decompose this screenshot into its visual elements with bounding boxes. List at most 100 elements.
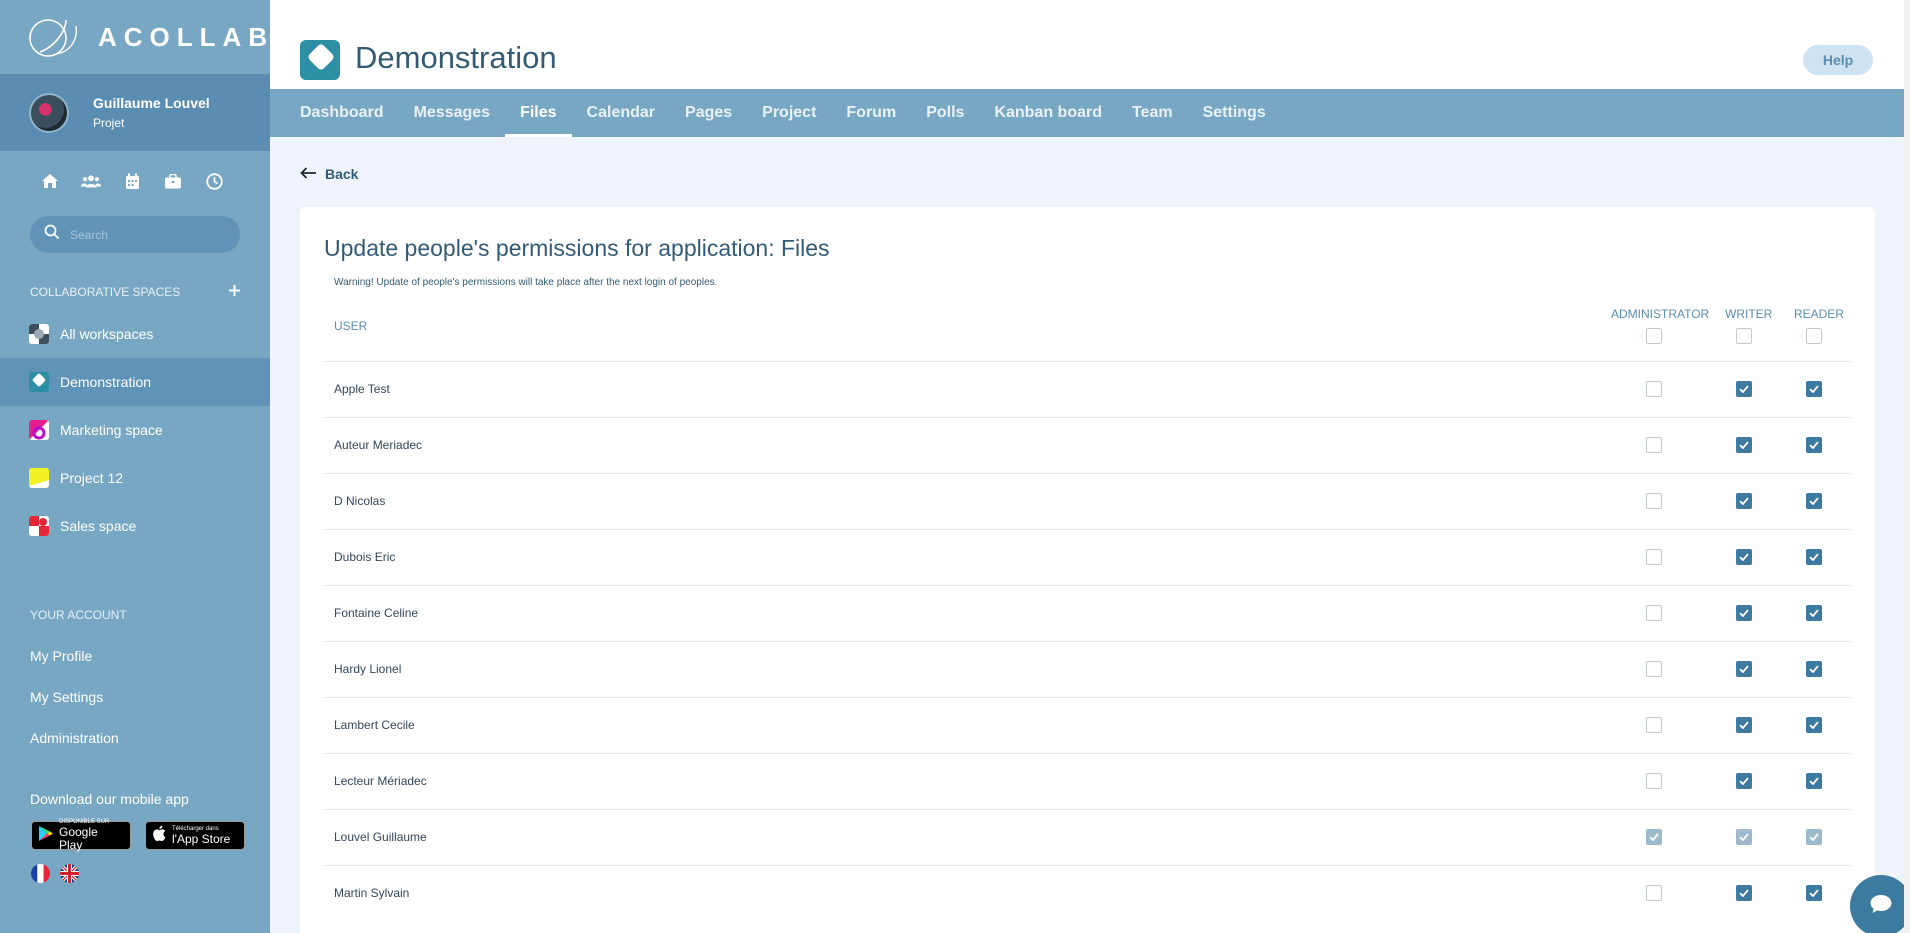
app-store-badge[interactable]: Télécharger dans l'App Store <box>145 821 245 850</box>
admin-checkbox[interactable] <box>1646 773 1662 789</box>
scrollbar[interactable] <box>1904 0 1910 933</box>
tab-polls[interactable]: Polls <box>911 89 979 137</box>
tab-dashboard[interactable]: Dashboard <box>285 89 399 137</box>
add-space-icon[interactable] <box>229 285 240 299</box>
writer-checkbox[interactable] <box>1736 885 1752 901</box>
reader-checkbox <box>1806 829 1822 845</box>
workspace-item-marketing[interactable]: Marketing space <box>0 406 270 454</box>
reader-checkbox[interactable] <box>1806 717 1822 733</box>
admin-checkbox[interactable] <box>1646 717 1662 733</box>
collab-spaces-title: COLLABORATIVE SPACES <box>30 285 181 299</box>
app-store-big: l'App Store <box>172 831 231 846</box>
writer-checkbox[interactable] <box>1736 773 1752 789</box>
tab-pages[interactable]: Pages <box>670 89 747 137</box>
tab-files[interactable]: Files <box>505 89 573 137</box>
reader-checkbox[interactable] <box>1806 661 1822 677</box>
workspace-label: Project 12 <box>60 470 124 486</box>
home-icon[interactable] <box>40 171 60 191</box>
reader-checkbox[interactable] <box>1806 773 1822 789</box>
google-play-icon <box>38 825 54 847</box>
reader-checkbox[interactable] <box>1806 437 1822 453</box>
admin-checkbox[interactable] <box>1646 885 1662 901</box>
logo[interactable]: ACOLLAB <box>0 0 270 74</box>
check-icon <box>1739 777 1749 786</box>
table-row: D Nicolas <box>324 473 1851 529</box>
table-row: Lambert Cecile <box>324 697 1851 753</box>
admin-checkbox[interactable] <box>1646 549 1662 565</box>
tab-forum[interactable]: Forum <box>831 89 911 137</box>
marketing-space-icon <box>29 420 49 440</box>
select-all-writer-checkbox[interactable] <box>1736 328 1752 344</box>
administration-link[interactable]: Administration <box>0 717 270 758</box>
user-box[interactable]: Guillaume Louvel Projet <box>0 74 270 151</box>
table-row: Fontaine Celine <box>324 585 1851 641</box>
reader-checkbox[interactable] <box>1806 549 1822 565</box>
collab-spaces-header: COLLABORATIVE SPACES <box>0 285 270 299</box>
writer-checkbox[interactable] <box>1736 549 1752 565</box>
user-name-cell: Lecteur Mériadec <box>334 774 427 788</box>
table-row: Auteur Meriadec <box>324 417 1851 473</box>
sidebar: ACOLLAB Guillaume Louvel Projet COLLABOR… <box>0 0 270 933</box>
tab-settings[interactable]: Settings <box>1188 89 1281 137</box>
tab-project[interactable]: Project <box>747 89 831 137</box>
check-icon <box>1809 721 1819 730</box>
select-all-reader-checkbox[interactable] <box>1806 328 1822 344</box>
check-icon <box>1809 889 1819 898</box>
my-profile-link[interactable]: My Profile <box>0 635 270 676</box>
writer-checkbox <box>1736 829 1752 845</box>
column-administrator: ADMINISTRATOR <box>1611 307 1710 321</box>
project-12-icon <box>29 468 49 488</box>
language-flags <box>0 864 270 883</box>
workspace-item-project12[interactable]: Project 12 <box>0 454 270 502</box>
check-icon <box>1739 609 1749 618</box>
reader-checkbox[interactable] <box>1806 885 1822 901</box>
french-flag-icon[interactable] <box>31 864 50 883</box>
english-flag-icon[interactable] <box>60 864 79 883</box>
tab-kanban-board[interactable]: Kanban board <box>979 89 1117 137</box>
writer-checkbox[interactable] <box>1736 661 1752 677</box>
admin-checkbox[interactable] <box>1646 661 1662 677</box>
reader-checkbox[interactable] <box>1806 605 1822 621</box>
briefcase-icon[interactable] <box>163 171 183 191</box>
page-title: Demonstration <box>355 40 557 75</box>
clock-icon[interactable] <box>204 171 224 191</box>
check-icon <box>1809 665 1819 674</box>
search-box[interactable] <box>30 216 240 253</box>
back-button[interactable]: Back <box>300 166 358 182</box>
permissions-warning: Warning! Update of people's permissions … <box>334 277 718 288</box>
check-icon <box>1809 441 1819 450</box>
reader-checkbox[interactable] <box>1806 381 1822 397</box>
quick-icons <box>0 169 270 193</box>
workspace-item-all[interactable]: All workspaces <box>0 310 270 358</box>
table-row: Lecteur Mériadec <box>324 753 1851 809</box>
my-settings-link[interactable]: My Settings <box>0 676 270 717</box>
google-play-badge[interactable]: DISPONIBLE SUR Google Play <box>31 819 131 852</box>
admin-checkbox[interactable] <box>1646 493 1662 509</box>
reader-checkbox[interactable] <box>1806 493 1822 509</box>
google-play-big: Google Play <box>59 825 98 852</box>
calendar-icon[interactable] <box>122 171 142 191</box>
help-button[interactable]: Help <box>1803 45 1873 75</box>
admin-checkbox <box>1646 829 1662 845</box>
writer-checkbox[interactable] <box>1736 493 1752 509</box>
chat-button[interactable] <box>1850 875 1910 933</box>
admin-checkbox[interactable] <box>1646 381 1662 397</box>
logo-icon <box>26 16 88 58</box>
writer-checkbox[interactable] <box>1736 437 1752 453</box>
writer-checkbox[interactable] <box>1736 381 1752 397</box>
select-all-administrator-checkbox[interactable] <box>1646 328 1662 344</box>
writer-checkbox[interactable] <box>1736 605 1752 621</box>
tab-calendar[interactable]: Calendar <box>572 89 670 137</box>
admin-checkbox[interactable] <box>1646 605 1662 621</box>
tab-team[interactable]: Team <box>1117 89 1188 137</box>
admin-checkbox[interactable] <box>1646 437 1662 453</box>
users-icon[interactable] <box>81 171 101 191</box>
tab-messages[interactable]: Messages <box>399 89 506 137</box>
workspace-item-demonstration[interactable]: Demonstration <box>0 358 270 406</box>
avatar[interactable] <box>29 92 69 133</box>
writer-checkbox[interactable] <box>1736 717 1752 733</box>
check-icon <box>1739 721 1749 730</box>
mobile-app-title: Download our mobile app <box>30 791 189 807</box>
workspace-item-sales[interactable]: Sales space <box>0 502 270 550</box>
search-input[interactable] <box>70 227 220 242</box>
